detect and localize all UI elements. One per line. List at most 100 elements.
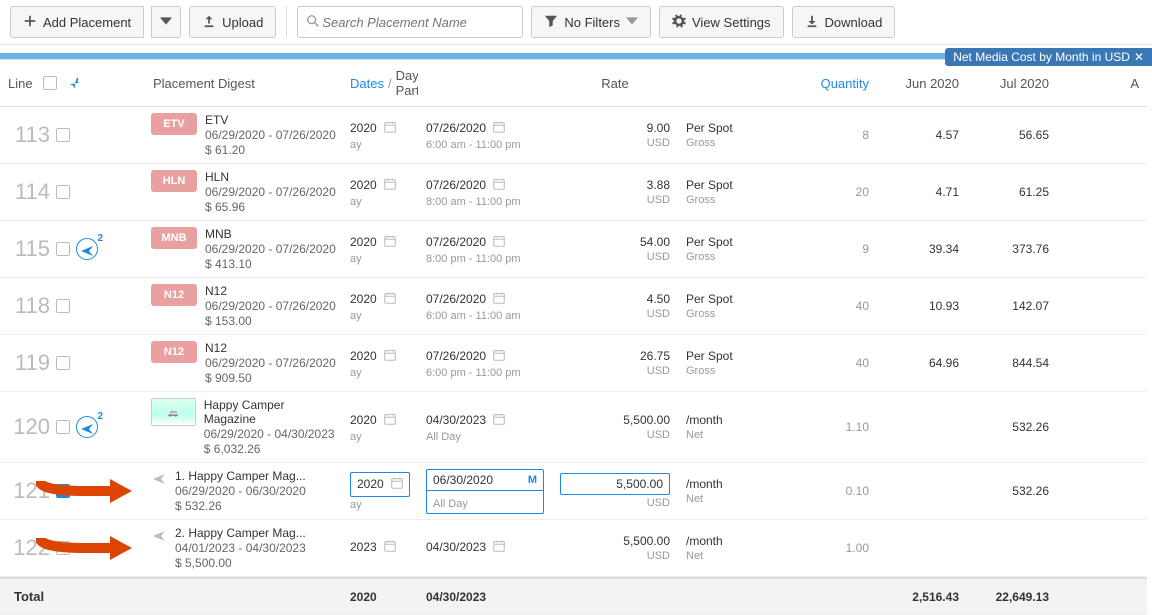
digest-cell[interactable]: 2. Happy Camper Mag...04/01/2023 - 04/30… (145, 520, 342, 577)
header-month1[interactable]: Jun 2020 (877, 60, 967, 107)
next-month-cell[interactable] (1057, 221, 1147, 278)
next-month-cell[interactable] (1057, 107, 1147, 164)
digest-cell[interactable]: 🚐Happy Camper Magazine06/29/2020 - 04/30… (145, 392, 342, 463)
month1-cell[interactable] (877, 520, 967, 577)
close-icon[interactable]: ✕ (1134, 50, 1144, 64)
rate-cell[interactable]: 9.00USD (552, 107, 678, 164)
rate-type-cell: Per SpotGross (678, 164, 750, 221)
header-line[interactable]: Line (0, 60, 145, 107)
next-month-cell[interactable] (1057, 278, 1147, 335)
quantity-cell[interactable]: 40 (750, 278, 877, 335)
rate-cell[interactable]: 3.88USD (552, 164, 678, 221)
month1-cell[interactable] (877, 463, 967, 520)
start-date-cell[interactable]: 2020ay (342, 164, 418, 221)
end-date-cell[interactable]: 04/30/2023 (418, 520, 552, 577)
quantity-cell[interactable]: 20 (750, 164, 877, 221)
row-checkbox[interactable] (56, 128, 70, 142)
quantity-cell[interactable]: 40 (750, 335, 877, 392)
end-date-cell[interactable]: 04/30/2023All Day (418, 392, 552, 463)
rate-cell[interactable]: 5,500.00USD (552, 392, 678, 463)
start-date-cell[interactable]: 2020ay (342, 335, 418, 392)
next-month-cell[interactable] (1057, 335, 1147, 392)
month1-cell[interactable]: 4.57 (877, 107, 967, 164)
header-next-label: A (1130, 76, 1139, 91)
row-checkbox[interactable] (56, 484, 70, 498)
calendar-icon[interactable] (390, 476, 404, 493)
month2-cell[interactable]: 56.65 (967, 107, 1057, 164)
digest-cell[interactable]: N12N1206/29/2020 - 07/26/2020$ 909.50 (145, 335, 342, 392)
digest-cell[interactable]: N12N1206/29/2020 - 07/26/2020$ 153.00 (145, 278, 342, 335)
row-checkbox[interactable] (56, 242, 70, 256)
month2-cell[interactable]: 142.07 (967, 278, 1057, 335)
quantity-cell[interactable]: 1.00 (750, 520, 877, 577)
download-button[interactable]: Download (792, 6, 896, 38)
digest-cell[interactable]: HLNHLN06/29/2020 - 07/26/2020$ 65.96 (145, 164, 342, 221)
start-date-cell[interactable]: 2020ay (342, 107, 418, 164)
month1-cell[interactable]: 10.93 (877, 278, 967, 335)
view-settings-label: View Settings (692, 15, 771, 30)
month2-cell[interactable] (967, 520, 1057, 577)
search-input[interactable] (320, 14, 514, 31)
digest-cell[interactable]: 1. Happy Camper Mag...06/29/2020 - 06/30… (145, 463, 342, 520)
quantity-cell[interactable]: 0.10 (750, 463, 877, 520)
digest-cell[interactable]: MNBMNB06/29/2020 - 07/26/2020$ 413.10 (145, 221, 342, 278)
rate-cell[interactable]: 54.00USD (552, 221, 678, 278)
row-checkbox[interactable] (56, 299, 70, 313)
rate-cell[interactable]: 5,500.00USD (552, 463, 678, 520)
month2-cell[interactable]: 532.26 (967, 463, 1057, 520)
end-date-cell[interactable]: 07/26/20206:00 am - 11:00 pm (418, 107, 552, 164)
view-settings-button[interactable]: View Settings (659, 6, 784, 38)
select-all-checkbox[interactable] (43, 76, 57, 90)
rate-cell[interactable]: 26.75USD (552, 335, 678, 392)
start-date-cell[interactable]: 2020ay (342, 463, 418, 520)
start-date-cell[interactable]: 2020ay (342, 221, 418, 278)
month1-cell[interactable]: 64.96 (877, 335, 967, 392)
add-placement-button[interactable]: Add Placement (10, 6, 144, 38)
digest-cell[interactable]: ETVETV06/29/2020 - 07/26/2020$ 61.20 (145, 107, 342, 164)
flight-badge[interactable]: 2 (76, 238, 98, 260)
quantity-cell[interactable]: 8 (750, 107, 877, 164)
start-date-cell[interactable]: 2023 (342, 520, 418, 577)
next-month-cell[interactable] (1057, 520, 1147, 577)
header-rate[interactable]: Rate (552, 60, 678, 107)
next-month-cell[interactable] (1057, 463, 1147, 520)
upload-button[interactable]: Upload (189, 6, 276, 38)
flight-badge[interactable]: 2 (76, 416, 98, 438)
header-placement-digest[interactable]: Placement Digest (145, 60, 342, 107)
next-month-cell[interactable] (1057, 164, 1147, 221)
month2-cell[interactable]: 844.54 (967, 335, 1057, 392)
header-month2[interactable]: Jul 2020 (967, 60, 1057, 107)
row-checkbox[interactable] (56, 185, 70, 199)
line-cell: 118 (0, 278, 145, 335)
next-month-cell[interactable] (1057, 392, 1147, 463)
m-tag[interactable]: M (528, 474, 537, 486)
end-date-cell[interactable]: 07/26/20208:00 am - 11:00 pm (418, 164, 552, 221)
month2-cell[interactable]: 532.26 (967, 392, 1057, 463)
month2-cell[interactable]: 61.25 (967, 164, 1057, 221)
plane-icon[interactable] (67, 75, 81, 92)
end-date-cell[interactable]: 07/26/20208:00 pm - 11:00 pm (418, 221, 552, 278)
month1-cell[interactable] (877, 392, 967, 463)
month1-cell[interactable]: 4.71 (877, 164, 967, 221)
start-date-cell[interactable]: 2020ay (342, 278, 418, 335)
rate-cell[interactable]: 4.50USD (552, 278, 678, 335)
header-quantity[interactable]: Quantity (750, 60, 877, 107)
cost-banner[interactable]: Net Media Cost by Month in USD ✕ (945, 48, 1152, 66)
row-checkbox[interactable] (56, 420, 70, 434)
start-date-cell[interactable]: 2020ay (342, 392, 418, 463)
end-date-cell[interactable]: 07/26/20206:00 pm - 11:00 pm (418, 335, 552, 392)
header-dates[interactable]: Dates / Day Parts (342, 60, 418, 107)
row-checkbox[interactable] (56, 541, 70, 555)
filters-button[interactable]: No Filters (531, 6, 651, 38)
month1-cell[interactable]: 39.34 (877, 221, 967, 278)
header-next[interactable]: A (1057, 60, 1147, 107)
quantity-cell[interactable]: 9 (750, 221, 877, 278)
rate-cell[interactable]: 5,500.00USD (552, 520, 678, 577)
add-placement-dropdown[interactable] (151, 6, 181, 38)
quantity-cell[interactable]: 1.10 (750, 392, 877, 463)
header-qty-label: Quantity (821, 76, 869, 91)
end-date-cell[interactable]: 06/30/2020MAll Day (418, 463, 552, 520)
end-date-cell[interactable]: 07/26/20206:00 am - 11:00 am (418, 278, 552, 335)
row-checkbox[interactable] (56, 356, 70, 370)
month2-cell[interactable]: 373.76 (967, 221, 1057, 278)
